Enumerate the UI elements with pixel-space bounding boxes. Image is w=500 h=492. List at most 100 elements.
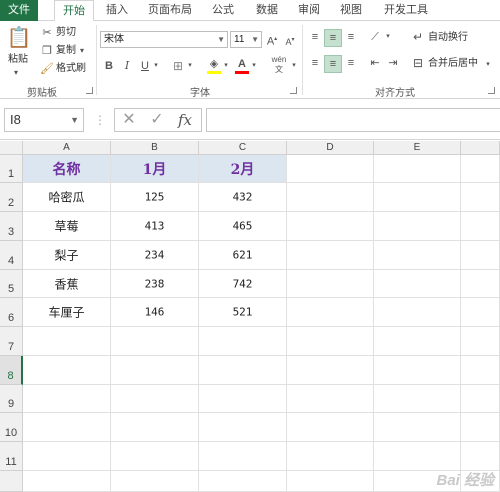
empty-cell[interactable]	[199, 385, 287, 413]
empty-cell[interactable]	[374, 356, 461, 385]
empty-cell[interactable]	[23, 413, 111, 442]
table-cell[interactable]: 香蕉	[23, 270, 111, 298]
fill-color-icon[interactable]: ◈	[206, 56, 222, 74]
row-header[interactable]: 9	[0, 385, 23, 413]
empty-cell[interactable]	[111, 327, 199, 356]
copy-dropdown-icon[interactable]: ▾	[80, 43, 84, 59]
empty-cell[interactable]	[199, 327, 287, 356]
row-header[interactable]: 5	[0, 270, 23, 298]
empty-cell[interactable]	[287, 385, 374, 413]
table-cell[interactable]: 413	[111, 212, 199, 241]
chevron-down-icon[interactable]: ▾	[250, 58, 258, 74]
scissors-icon[interactable]: ✂	[40, 25, 54, 41]
empty-cell[interactable]	[111, 413, 199, 442]
row-header[interactable]: 11	[0, 442, 23, 471]
empty-cell[interactable]	[199, 471, 287, 492]
table-cell[interactable]: 521	[199, 298, 287, 327]
table-cell[interactable]: 车厘子	[23, 298, 111, 327]
enter-icon[interactable]: ✓	[145, 109, 169, 131]
tab-page-layout[interactable]: 页面布局	[144, 0, 196, 21]
empty-cell[interactable]	[374, 183, 461, 212]
empty-cell[interactable]	[287, 212, 374, 241]
decrease-indent-icon[interactable]: ⇤	[366, 55, 384, 73]
table-cell[interactable]: 草莓	[23, 212, 111, 241]
font-launcher-icon[interactable]	[290, 87, 297, 94]
empty-cell[interactable]	[461, 183, 500, 212]
tab-view[interactable]: 视图	[336, 0, 366, 21]
table-header-cell[interactable]: 2月	[199, 155, 287, 183]
empty-cell[interactable]	[287, 471, 374, 492]
column-header-e[interactable]: E	[374, 141, 461, 155]
empty-cell[interactable]	[374, 385, 461, 413]
column-header-d[interactable]: D	[287, 141, 374, 155]
tab-review[interactable]: 审阅	[294, 0, 324, 21]
chevron-down-icon[interactable]: ▾	[484, 57, 492, 73]
row-header[interactable]: 2	[0, 183, 23, 212]
merge-center-icon[interactable]: ⊟	[410, 55, 426, 71]
paste-icon[interactable]: 📋	[6, 25, 32, 51]
alignment-launcher-icon[interactable]	[488, 87, 495, 94]
empty-cell[interactable]	[23, 327, 111, 356]
table-cell[interactable]: 146	[111, 298, 199, 327]
italic-button[interactable]: I	[120, 58, 134, 74]
empty-cell[interactable]	[461, 241, 500, 270]
column-header-c[interactable]: C	[199, 141, 287, 155]
align-left-icon[interactable]: ≡	[306, 55, 324, 73]
empty-cell[interactable]	[199, 356, 287, 385]
select-all-corner[interactable]	[0, 141, 23, 155]
chevron-down-icon[interactable]: ▾	[290, 58, 298, 74]
empty-cell[interactable]	[287, 327, 374, 356]
empty-cell[interactable]	[374, 155, 461, 183]
empty-cell[interactable]	[461, 270, 500, 298]
format-painter-icon[interactable]: 🖌	[40, 61, 54, 77]
empty-cell[interactable]	[374, 241, 461, 270]
empty-cell[interactable]	[287, 155, 374, 183]
tab-developer[interactable]: 开发工具	[378, 0, 434, 21]
copy-button[interactable]: 复制	[56, 44, 76, 58]
empty-cell[interactable]	[374, 270, 461, 298]
row-header[interactable]: 6	[0, 298, 23, 327]
empty-cell[interactable]	[374, 413, 461, 442]
cancel-icon[interactable]: ✕	[117, 109, 141, 131]
row-header[interactable]: 1	[0, 155, 23, 183]
empty-cell[interactable]	[111, 442, 199, 471]
increase-indent-icon[interactable]: ⇥	[384, 55, 402, 73]
border-icon[interactable]: ⊞	[170, 58, 186, 74]
empty-cell[interactable]	[374, 327, 461, 356]
align-middle-icon[interactable]: ≡	[324, 29, 342, 47]
empty-cell[interactable]	[287, 183, 374, 212]
empty-cell[interactable]	[287, 270, 374, 298]
table-header-cell[interactable]: 名称	[23, 155, 111, 183]
empty-cell[interactable]	[374, 298, 461, 327]
table-cell[interactable]: 465	[199, 212, 287, 241]
empty-cell[interactable]	[199, 442, 287, 471]
empty-cell[interactable]	[461, 385, 500, 413]
cut-button[interactable]: 剪切	[56, 26, 76, 40]
name-box[interactable]: I8 ▼	[4, 108, 84, 132]
empty-cell[interactable]	[461, 212, 500, 241]
empty-cell[interactable]	[111, 385, 199, 413]
wrap-text-icon[interactable]: ↵	[410, 29, 426, 45]
wrap-text-button[interactable]: 自动换行	[428, 31, 468, 45]
tab-home[interactable]: 开始	[54, 0, 94, 22]
empty-cell[interactable]	[461, 298, 500, 327]
row-header[interactable]	[0, 471, 23, 492]
clipboard-launcher-icon[interactable]	[86, 87, 93, 94]
table-header-cell[interactable]: 1月	[111, 155, 199, 183]
align-bottom-icon[interactable]: ≡	[342, 29, 360, 47]
empty-cell[interactable]	[287, 298, 374, 327]
font-size-select[interactable]: 11 ▼	[230, 31, 262, 48]
font-color-icon[interactable]: A	[234, 56, 250, 74]
empty-cell[interactable]	[461, 442, 500, 471]
decrease-font-icon[interactable]: A▾	[283, 32, 297, 50]
tab-formulas[interactable]: 公式	[206, 0, 240, 21]
bold-button[interactable]: B	[102, 58, 116, 74]
increase-font-icon[interactable]: A▴	[265, 31, 279, 50]
empty-cell[interactable]	[461, 327, 500, 356]
empty-cell[interactable]	[23, 471, 111, 492]
align-right-icon[interactable]: ≡	[342, 55, 360, 73]
table-cell[interactable]: 234	[111, 241, 199, 270]
row-header-selected[interactable]: 8	[0, 356, 23, 385]
row-header[interactable]: 3	[0, 212, 23, 241]
copy-icon[interactable]: ❐	[40, 43, 54, 59]
